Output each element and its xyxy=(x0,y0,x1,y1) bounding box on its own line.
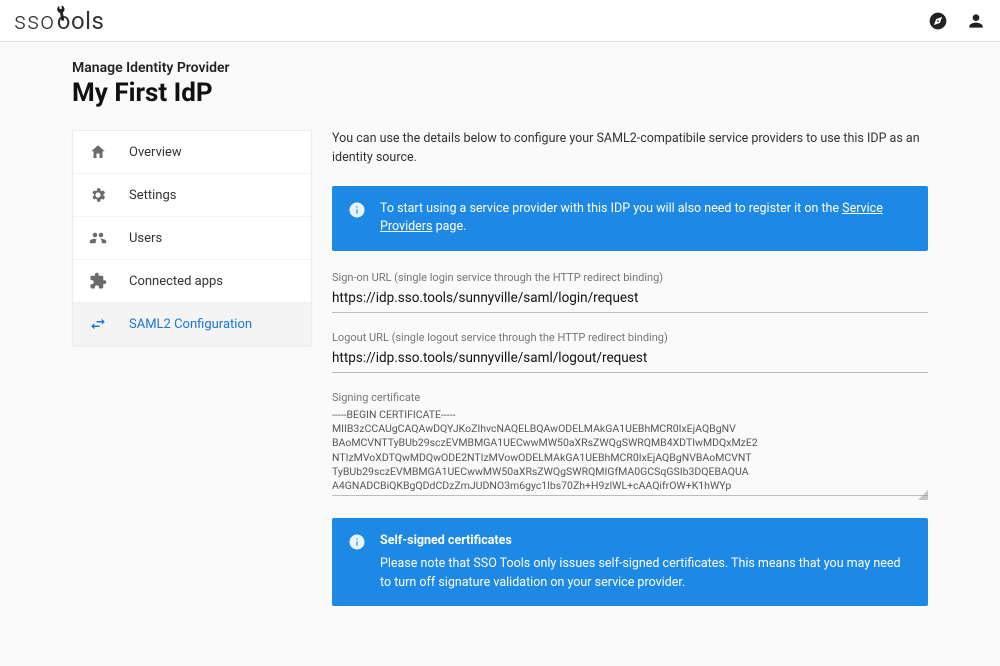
brand-sso-text: sso xyxy=(14,7,55,35)
sidebar-item-label: Settings xyxy=(129,188,176,203)
users-icon xyxy=(89,229,107,247)
info-icon xyxy=(348,201,366,219)
brand-tools-text: ools xyxy=(57,7,105,35)
gear-icon xyxy=(89,186,107,204)
sidebar: Overview Settings Users Connected apps xyxy=(72,130,312,346)
sidebar-item-overview[interactable]: Overview xyxy=(73,131,311,174)
logout-input[interactable] xyxy=(332,346,928,373)
extension-icon xyxy=(89,272,107,290)
main-content: You can use the details below to configu… xyxy=(332,130,928,626)
swap-icon xyxy=(89,315,107,333)
signon-input[interactable] xyxy=(332,286,928,313)
signon-label: Sign-on URL (single login service throug… xyxy=(332,271,928,284)
sidebar-item-saml2-config[interactable]: SAML2 Configuration xyxy=(73,303,311,345)
home-icon xyxy=(89,143,107,161)
topbar: sso ools xyxy=(0,0,1000,42)
breadcrumb: Manage Identity Provider xyxy=(72,60,928,76)
intro-text: You can use the details below to configu… xyxy=(332,130,928,168)
banner-body: Self-signed certificates Please note tha… xyxy=(380,532,912,592)
self-signed-banner: Self-signed certificates Please note tha… xyxy=(332,518,928,606)
sidebar-item-label: SAML2 Configuration xyxy=(129,317,252,332)
cert-label: Signing certificate xyxy=(332,391,928,404)
page-title: My First IdP xyxy=(72,78,928,108)
sidebar-item-settings[interactable]: Settings xyxy=(73,174,311,217)
logout-label: Logout URL (single logout service throug… xyxy=(332,331,928,344)
topbar-right xyxy=(928,11,986,31)
banner-desc: Please note that SSO Tools only issues s… xyxy=(380,556,901,590)
signon-field: Sign-on URL (single login service throug… xyxy=(332,271,928,313)
resize-handle-icon xyxy=(918,490,928,500)
sidebar-item-label: Users xyxy=(129,231,162,246)
sidebar-item-connected-apps[interactable]: Connected apps xyxy=(73,260,311,303)
info-icon xyxy=(348,533,366,551)
banner-text: To start using a service provider with t… xyxy=(380,200,912,238)
cert-field: Signing certificate xyxy=(332,391,928,500)
brand-logo[interactable]: sso ools xyxy=(14,7,104,35)
sidebar-item-users[interactable]: Users xyxy=(73,217,311,260)
sidebar-item-label: Overview xyxy=(129,145,182,160)
banner-header: Self-signed certificates xyxy=(380,532,912,551)
cert-textarea[interactable] xyxy=(332,406,928,496)
layout: Overview Settings Users Connected apps xyxy=(72,130,928,626)
register-sp-banner: To start using a service provider with t… xyxy=(332,186,928,252)
container: Manage Identity Provider My First IdP Ov… xyxy=(60,42,940,666)
explore-icon[interactable] xyxy=(928,11,948,31)
logout-field: Logout URL (single logout service throug… xyxy=(332,331,928,373)
account-icon[interactable] xyxy=(966,11,986,31)
sidebar-item-label: Connected apps xyxy=(129,274,223,289)
